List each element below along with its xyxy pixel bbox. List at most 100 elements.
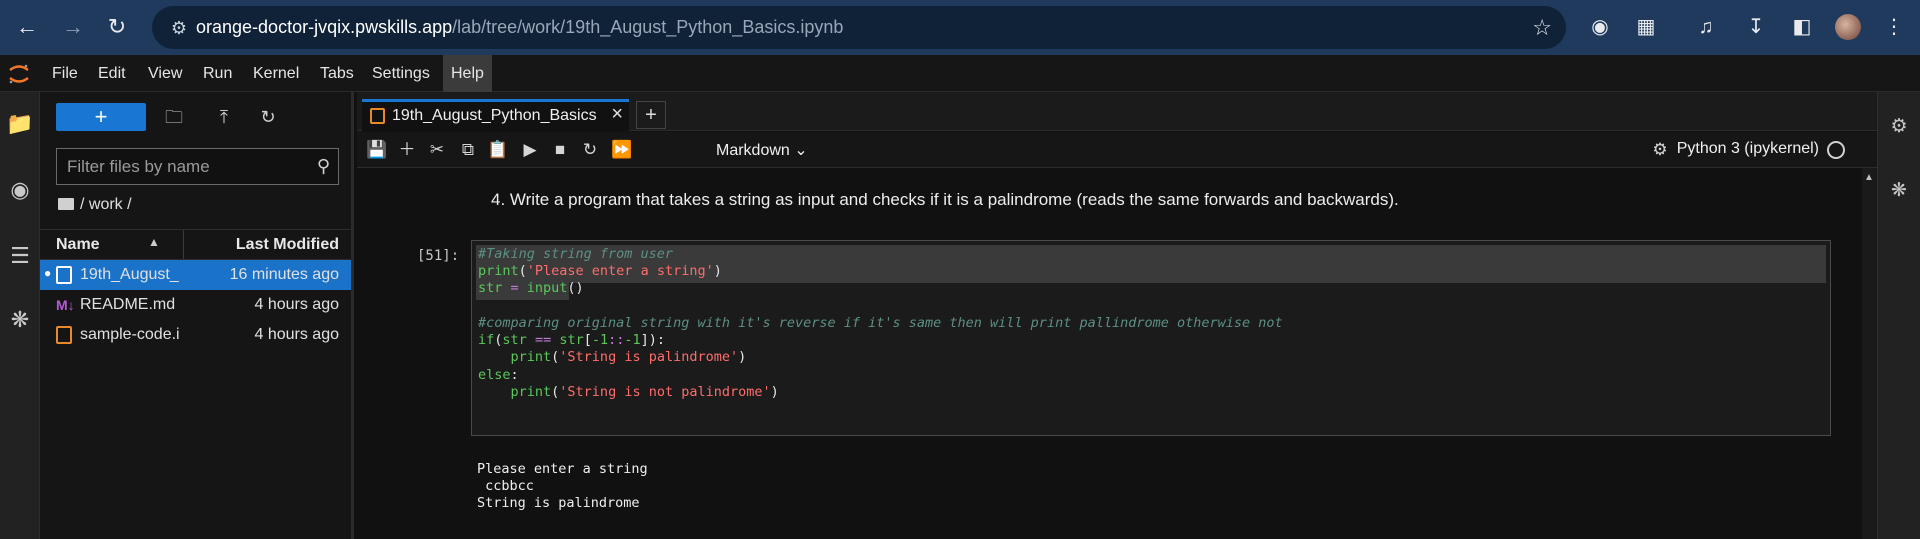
menu-tabs[interactable]: Tabs bbox=[312, 55, 362, 92]
download-icon[interactable]: ↧ bbox=[1742, 13, 1770, 41]
notebook-icon bbox=[56, 266, 72, 284]
restart-icon[interactable]: ↻ bbox=[577, 137, 603, 163]
file-row[interactable]: M↓ README.md 4 hours ago bbox=[40, 290, 351, 320]
table-of-contents-icon[interactable]: ☰ bbox=[6, 242, 34, 270]
refresh-icon[interactable]: ↻ bbox=[254, 103, 282, 131]
column-name[interactable]: Name bbox=[56, 236, 100, 254]
file-row[interactable]: sample-code.ipynb 4 hours ago bbox=[40, 320, 351, 350]
url-host: orange-doctor-jvqix.pwskills.app bbox=[196, 17, 453, 37]
debugger-icon[interactable]: ⚙ bbox=[1647, 137, 1673, 163]
code-line: str = input() bbox=[478, 280, 584, 296]
notebook-scrollbar[interactable]: ▲ bbox=[1862, 168, 1877, 539]
menu-view[interactable]: View bbox=[140, 55, 190, 92]
code-cell[interactable]: #Taking string from user print('Please e… bbox=[471, 240, 1831, 436]
menu-edit[interactable]: Edit bbox=[90, 55, 134, 92]
url-text[interactable]: orange-doctor-jvqix.pwskills.app/lab/tre… bbox=[196, 17, 843, 38]
debugger-bug-icon[interactable]: ❋ bbox=[1886, 178, 1912, 204]
tab-title: 19th_August_Python_Basics.ipynb bbox=[392, 107, 597, 124]
cut-icon[interactable]: ✂ bbox=[424, 137, 450, 163]
notebook-toolbar: 💾 ＋ ✂ ⧉ 📋 ▶ ■ ↻ ⏩ Markdown ⌄ ⚙ Python 3 … bbox=[357, 132, 1877, 168]
chevron-down-icon: ⌄ bbox=[794, 142, 808, 159]
notebook-panel: 4. Write a program that takes a string a… bbox=[357, 168, 1862, 539]
search-icon: ⚲ bbox=[316, 156, 330, 176]
extensions-puzzle-icon[interactable]: ▦ bbox=[1632, 13, 1660, 41]
menu-bar: File Edit View Run Kernel Tabs Settings … bbox=[0, 55, 1920, 92]
scroll-up-icon[interactable]: ▲ bbox=[1864, 172, 1874, 183]
column-last-modified[interactable]: Last Modified bbox=[236, 236, 339, 254]
breadcrumb-folder-icon bbox=[58, 198, 74, 210]
code-line: #comparing original string with it's rev… bbox=[478, 315, 1283, 331]
filter-files-input[interactable] bbox=[67, 149, 307, 184]
run-all-icon[interactable]: ⏩ bbox=[609, 137, 635, 163]
notebook-tab-icon bbox=[370, 108, 385, 124]
breadcrumb-path[interactable]: / work / bbox=[80, 196, 132, 213]
reload-icon[interactable]: ↻ bbox=[102, 12, 132, 42]
extension-icon[interactable]: ◉ bbox=[1586, 13, 1614, 41]
profile-avatar[interactable] bbox=[1835, 14, 1861, 40]
code-line: if(str == str[-1::-1]): bbox=[478, 332, 666, 348]
paste-icon[interactable]: 📋 bbox=[485, 137, 511, 163]
close-icon[interactable]: × bbox=[611, 103, 623, 126]
insert-cell-icon[interactable]: ＋ bbox=[394, 137, 420, 163]
code-line: print('String is palindrome') bbox=[510, 349, 747, 365]
menu-help[interactable]: Help bbox=[443, 55, 492, 92]
left-activity-bar: 📁 ◉ ☰ ❋ bbox=[0, 92, 40, 539]
kernel-status-icon bbox=[1827, 141, 1845, 159]
kernel-name[interactable]: Python 3 (ipykernel) bbox=[1677, 140, 1819, 158]
side-panel-icon[interactable]: ◧ bbox=[1788, 13, 1816, 41]
url-path: /lab/tree/work/19th_August_Python_Basics… bbox=[452, 17, 844, 37]
browser-menu-icon[interactable]: ⋮ bbox=[1880, 13, 1908, 41]
code-line: #Taking string from user bbox=[478, 246, 674, 262]
breadcrumb[interactable]: / work / bbox=[58, 196, 132, 214]
media-control-icon[interactable]: ♫ bbox=[1692, 13, 1720, 41]
extension-manager-icon[interactable]: ❋ bbox=[6, 306, 34, 334]
forward-icon[interactable]: → bbox=[58, 12, 88, 42]
copy-icon[interactable]: ⧉ bbox=[455, 137, 481, 163]
new-folder-icon[interactable]: 🗀 bbox=[160, 103, 188, 131]
jupyter-logo-icon bbox=[9, 64, 29, 84]
main-area: 19th_August_Python_Basics.ipynb × + 💾 ＋ … bbox=[357, 92, 1877, 539]
upload-icon[interactable]: ⤒ bbox=[210, 103, 238, 131]
bookmark-star-icon[interactable]: ☆ bbox=[1532, 15, 1552, 41]
running-sessions-icon[interactable]: ◉ bbox=[6, 176, 34, 204]
file-name: README.md bbox=[80, 296, 176, 313]
folder-icon[interactable]: 📁 bbox=[6, 110, 34, 138]
output-line: String is palindrome bbox=[477, 495, 640, 511]
file-list-header: Name ▲ Last Modified bbox=[40, 229, 351, 260]
markdown-file-icon: M↓ bbox=[56, 297, 75, 313]
column-divider[interactable] bbox=[183, 230, 184, 259]
address-bar[interactable]: ⚙ orange-doctor-jvqix.pwskills.app/lab/t… bbox=[152, 6, 1566, 49]
menu-file[interactable]: File bbox=[44, 55, 86, 92]
tab-notebook[interactable]: 19th_August_Python_Basics.ipynb × bbox=[362, 99, 629, 131]
save-icon[interactable]: 💾 bbox=[364, 137, 390, 163]
file-name: 19th_August_Python_Basics.ipynb bbox=[80, 266, 180, 283]
output-line: Please enter a string bbox=[477, 461, 648, 477]
add-tab-button[interactable]: + bbox=[636, 101, 666, 129]
code-line: print('Please enter a string') bbox=[478, 263, 722, 279]
file-modified: 16 minutes ago bbox=[229, 266, 339, 283]
new-launcher-button[interactable]: + bbox=[56, 103, 146, 131]
file-modified: 4 hours ago bbox=[254, 326, 339, 343]
browser-chrome: ← → ↻ ⚙ orange-doctor-jvqix.pwskills.app… bbox=[0, 0, 1920, 55]
menu-settings[interactable]: Settings bbox=[364, 55, 438, 92]
code-line: else: bbox=[478, 367, 519, 383]
property-inspector-icon[interactable]: ⚙ bbox=[1886, 114, 1912, 140]
notebook-icon bbox=[56, 326, 72, 344]
cell-type-value: Markdown bbox=[716, 142, 790, 159]
file-row[interactable]: ● 19th_August_Python_Basics.ipynb 16 min… bbox=[40, 260, 351, 290]
file-name: sample-code.ipynb bbox=[80, 326, 180, 343]
site-info-icon[interactable]: ⚙ bbox=[166, 15, 192, 41]
selection-highlight bbox=[476, 245, 1826, 265]
running-indicator-icon: ● bbox=[44, 266, 52, 280]
cell-type-select[interactable]: Markdown ⌄ bbox=[716, 140, 808, 160]
markdown-cell[interactable]: 4. Write a program that takes a string a… bbox=[491, 190, 1399, 210]
run-icon[interactable]: ▶ bbox=[517, 137, 543, 163]
menu-kernel[interactable]: Kernel bbox=[245, 55, 307, 92]
file-modified: 4 hours ago bbox=[254, 296, 339, 313]
filter-box: ⚲ bbox=[56, 148, 339, 185]
back-icon[interactable]: ← bbox=[12, 12, 42, 42]
right-sidebar: ⚙ ❋ bbox=[1877, 92, 1920, 539]
stop-icon[interactable]: ■ bbox=[547, 137, 573, 163]
sort-ascending-icon: ▲ bbox=[148, 235, 160, 249]
menu-run[interactable]: Run bbox=[195, 55, 240, 92]
